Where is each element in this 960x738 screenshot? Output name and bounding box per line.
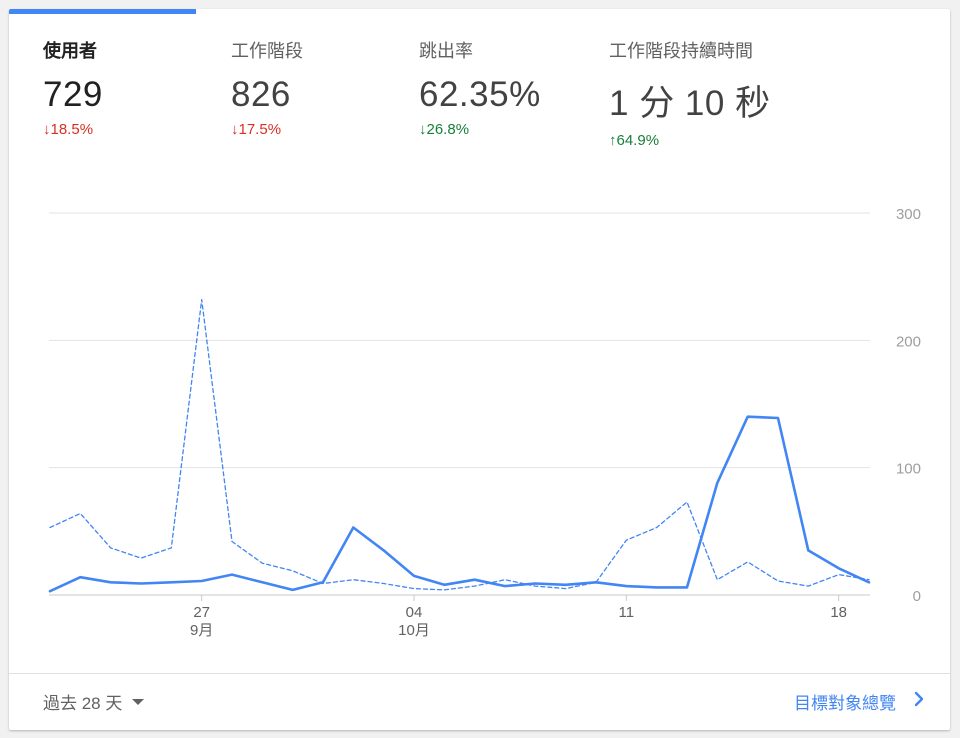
audience-overview-link-label: 目標對象總覽 (794, 694, 896, 713)
x-tick-label: 27 (193, 604, 210, 621)
y-tick-label: 0 (913, 588, 921, 605)
chevron-right-icon (914, 691, 924, 712)
y-tick-label: 200 (896, 333, 921, 350)
overview-card: 使用者 729 ↓18.5% 工作階段 826 ↓17.5% 跳出率 62.35… (9, 9, 950, 730)
caret-down-icon (132, 698, 145, 705)
series-line-previous-period (49, 298, 870, 591)
y-tick-label: 300 (896, 206, 921, 223)
y-tick-label: 100 (896, 461, 921, 478)
x-tick-month-label: 9月 (190, 622, 213, 639)
x-tick-label: 11 (619, 604, 635, 621)
x-tick-label: 04 (406, 604, 423, 621)
date-range-select[interactable]: 過去 28 天 (43, 689, 145, 714)
date-range-label: 過去 28 天 (43, 694, 123, 713)
line-chart: 300 200 100 0 279月 0410月 11 18 (48, 206, 921, 639)
audience-overview-link[interactable]: 目標對象總覽 (794, 689, 924, 714)
series-line-current-period (48, 415, 871, 593)
x-tick-label: 18 (830, 604, 847, 621)
x-tick-month-label: 10月 (398, 622, 430, 639)
footer-divider (9, 673, 950, 674)
